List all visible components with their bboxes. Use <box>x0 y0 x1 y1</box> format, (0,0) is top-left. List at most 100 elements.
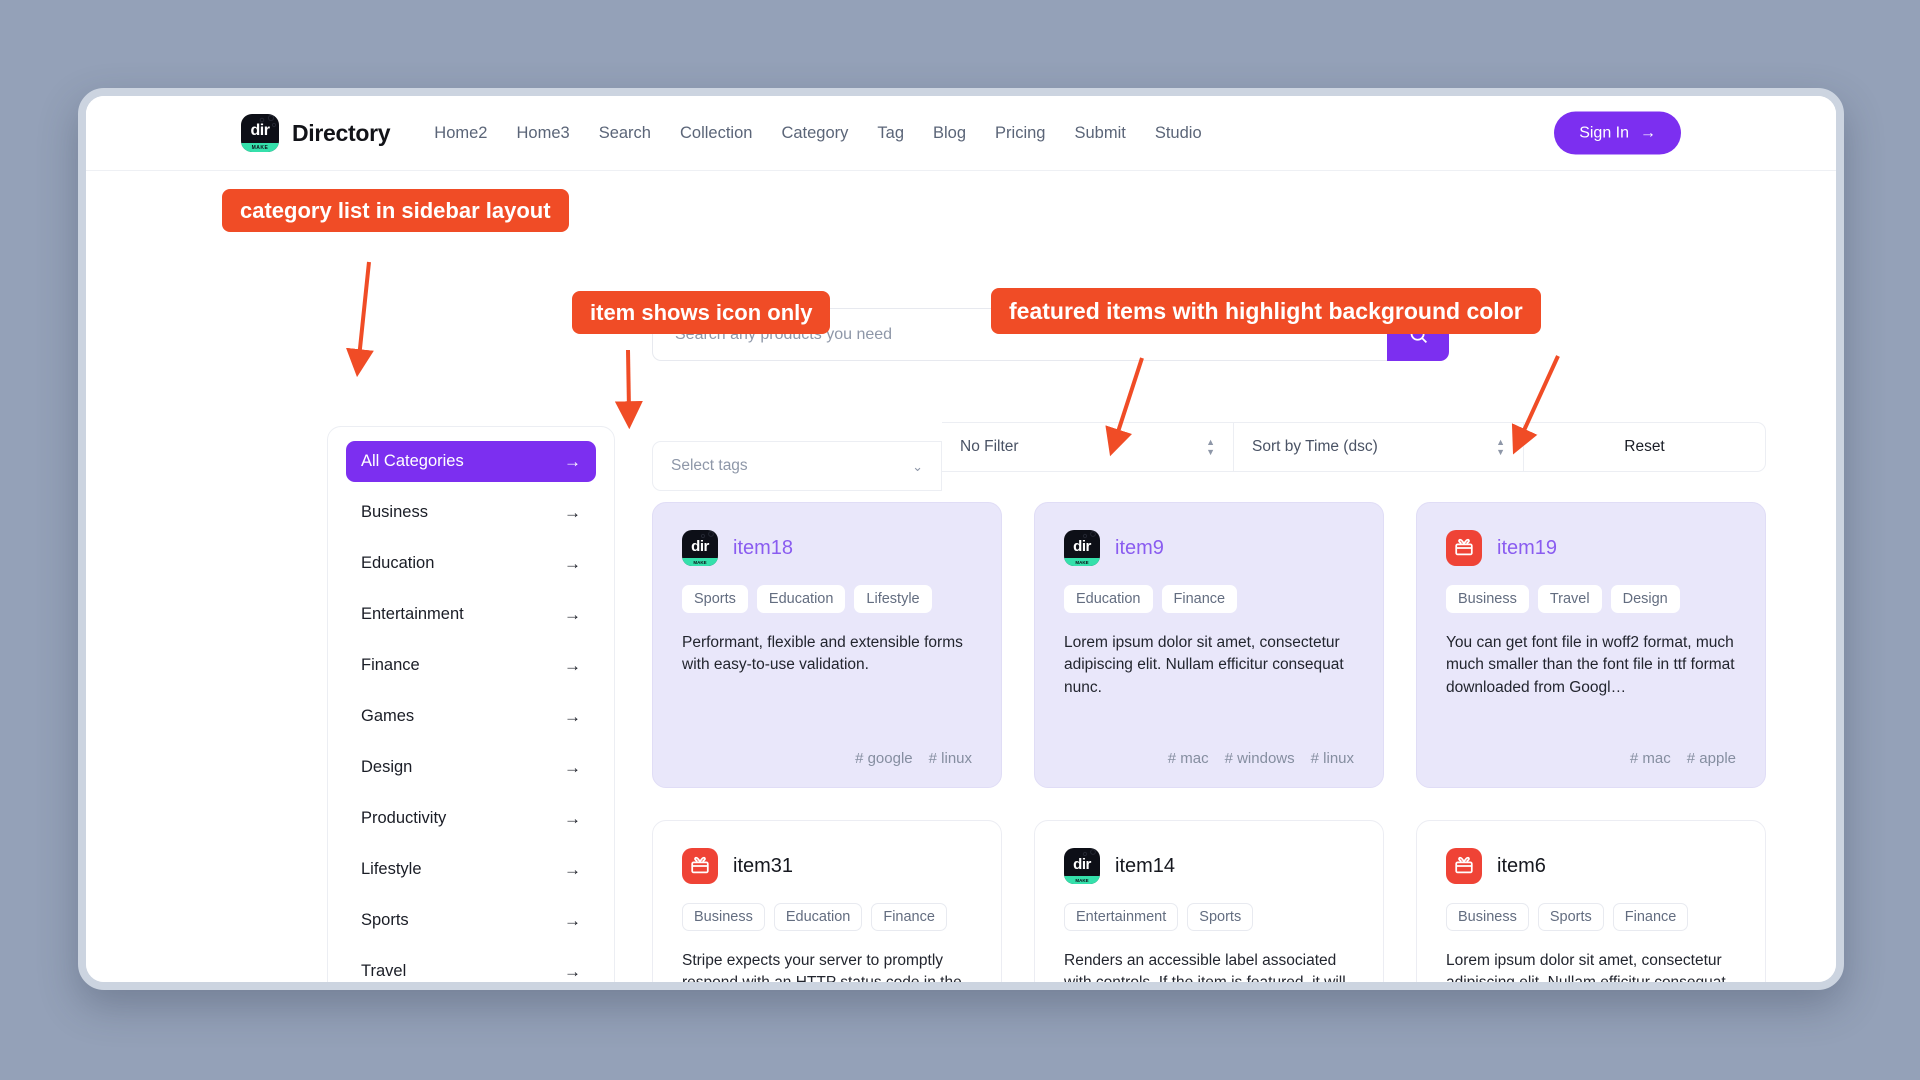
sidebar-item-productivity[interactable]: Productivity → <box>346 798 596 839</box>
item-tag[interactable]: Business <box>1446 903 1529 931</box>
item-tag[interactable]: Sports <box>682 585 748 613</box>
nav-link-blog[interactable]: Blog <box>933 124 966 143</box>
nav-link-submit[interactable]: Submit <box>1074 124 1125 143</box>
annotation-text: featured items with highlight background… <box>1009 297 1523 324</box>
item-description: You can get font file in woff2 format, m… <box>1446 634 1735 696</box>
sidebar-item-sports[interactable]: Sports → <box>346 900 596 941</box>
sidebar-item-business[interactable]: Business → <box>346 492 596 533</box>
item-tag[interactable]: Education <box>756 585 846 613</box>
top-navigation-bar: dir MAKE Directory Home2 Home3 Search Colle… <box>86 96 1836 171</box>
item-tag[interactable]: Lifestyle <box>854 585 932 613</box>
sidebar-item-label: Games <box>361 707 415 725</box>
logo-dots-decoration <box>1082 531 1096 539</box>
nav-link-pricing[interactable]: Pricing <box>995 124 1045 143</box>
sidebar-item-label: Education <box>361 554 435 572</box>
annotation-callout-featured: featured items with highlight background… <box>991 288 1541 334</box>
logo-dots-decoration <box>700 531 714 539</box>
item-tag[interactable]: Education <box>773 903 863 931</box>
nav-link-home3[interactable]: Home3 <box>517 124 570 143</box>
sidebar-item-label: Productivity <box>361 809 447 827</box>
item-tag-list: Entertainment Sports <box>1064 903 1354 931</box>
item-card[interactable]: item31 Business Education Finance Stripe exp… <box>652 820 1002 982</box>
item-tag[interactable]: Travel <box>1537 585 1602 613</box>
sidebar-item-design[interactable]: Design → <box>346 747 596 788</box>
item-card[interactable]: dir MAKE item9 Education Finance Lorem ipsum … <box>1034 502 1384 788</box>
items-grid: dir MAKE item18 Sports Education Lifestyle Per… <box>652 502 1766 982</box>
nav-link-home2[interactable]: Home2 <box>434 124 487 143</box>
arrow-right-icon: → <box>564 656 581 675</box>
item-tag[interactable]: Entertainment <box>1064 903 1179 931</box>
gift-icon <box>1446 530 1482 566</box>
sidebar-item-all-categories[interactable]: All Categories → <box>346 441 596 482</box>
item-tag[interactable]: Education <box>1064 585 1153 613</box>
item-hashtag[interactable]: # mac <box>1630 750 1671 767</box>
item-tag-list: Business Education Finance <box>682 903 972 931</box>
item-tag[interactable]: Sports <box>1537 903 1604 931</box>
dir-logo-icon: dir MAKE <box>682 530 718 566</box>
item-tag[interactable]: Sports <box>1187 903 1254 931</box>
item-tag[interactable]: Finance <box>871 903 947 931</box>
item-card[interactable]: item6 Business Sports Finance Lorem ipsum do… <box>1416 820 1766 982</box>
sign-in-label: Sign In <box>1579 124 1629 141</box>
item-tag[interactable]: Design <box>1610 585 1680 613</box>
item-hashtag[interactable]: # google <box>855 750 913 767</box>
arrow-right-icon: → <box>564 809 581 828</box>
sidebar-item-travel[interactable]: Travel → <box>346 951 596 982</box>
arrow-right-icon: → <box>564 707 581 726</box>
arrow-right-icon: → <box>564 860 581 879</box>
item-card[interactable]: item19 Business Travel Design You can get fo… <box>1416 502 1766 788</box>
item-description: Stripe expects your server to promptly r… <box>682 952 962 982</box>
annotation-callout-icon: item shows icon only <box>572 291 831 334</box>
nav-link-studio[interactable]: Studio <box>1155 124 1202 143</box>
item-card[interactable]: dir MAKE item18 Sports Education Lifestyle Per… <box>652 502 1002 788</box>
sidebar-item-lifestyle[interactable]: Lifestyle → <box>346 849 596 890</box>
annotation-text: category list in sidebar layout <box>240 197 551 223</box>
chevron-updown-icon: ▲ ▼ <box>1206 436 1215 457</box>
item-tag[interactable]: Business <box>682 903 765 931</box>
item-hashtag-list: # mac # windows # linux <box>1064 750 1354 767</box>
item-card-header: dir MAKE item14 <box>1064 848 1354 884</box>
sort-dropdown[interactable]: Sort by Time (dsc) ▲ ▼ <box>1234 422 1524 472</box>
item-tag-list: Business Travel Design <box>1446 585 1736 613</box>
item-tag[interactable]: Finance <box>1161 585 1238 613</box>
item-hashtag[interactable]: # windows <box>1225 750 1295 767</box>
gift-icon <box>682 848 718 884</box>
nav-link-collection[interactable]: Collection <box>680 124 752 143</box>
sidebar-item-label: All Categories <box>361 452 464 470</box>
category-sidebar: All Categories → Business → Education → Entert… <box>327 426 615 982</box>
item-tag[interactable]: Finance <box>1612 903 1689 931</box>
item-title: item9 <box>1115 536 1164 559</box>
arrow-right-icon: → <box>564 911 581 930</box>
item-description: Performant, flexible and extensible form… <box>682 634 963 674</box>
sidebar-item-label: Finance <box>361 656 420 674</box>
item-hashtag[interactable]: # mac <box>1168 750 1209 767</box>
arrow-right-icon: → <box>564 452 581 471</box>
select-tags-dropdown[interactable]: Select tags ⌄ <box>652 441 942 491</box>
item-card-header: item31 <box>682 848 972 884</box>
no-filter-label: No Filter <box>960 438 1019 455</box>
sidebar-item-entertainment[interactable]: Entertainment → <box>346 594 596 635</box>
item-hashtag[interactable]: # linux <box>929 750 972 767</box>
item-card-header: dir MAKE item18 <box>682 530 972 566</box>
filter-toolbar: Select tags ⌄ No Filter ▲ ▼ Sort by Time … <box>652 422 1766 491</box>
item-tag-list: Sports Education Lifestyle <box>682 585 972 613</box>
item-card[interactable]: dir MAKE item14 Entertainment Sports Renders … <box>1034 820 1384 982</box>
dir-logo-icon: dir MAKE <box>1064 530 1100 566</box>
item-tag[interactable]: Business <box>1446 585 1529 613</box>
item-hashtag[interactable]: # linux <box>1311 750 1354 767</box>
nav-link-category[interactable]: Category <box>781 124 848 143</box>
brand-logo[interactable]: dir MAKE Directory <box>241 114 391 152</box>
item-hashtag[interactable]: # apple <box>1687 750 1736 767</box>
sidebar-item-finance[interactable]: Finance → <box>346 645 596 686</box>
sidebar-item-games[interactable]: Games → <box>346 696 596 737</box>
no-filter-dropdown[interactable]: No Filter ▲ ▼ <box>942 422 1234 472</box>
dir-logo-icon: dir MAKE <box>241 114 279 152</box>
nav-link-tag[interactable]: Tag <box>877 124 904 143</box>
reset-button[interactable]: Reset <box>1524 422 1766 472</box>
sidebar-item-education[interactable]: Education → <box>346 543 596 584</box>
item-title: item18 <box>733 536 794 559</box>
item-title: item14 <box>1115 854 1176 877</box>
dir-logo-icon: dir MAKE <box>1064 848 1100 884</box>
nav-link-search[interactable]: Search <box>599 124 651 143</box>
sign-in-button[interactable]: Sign In → <box>1554 111 1681 155</box>
